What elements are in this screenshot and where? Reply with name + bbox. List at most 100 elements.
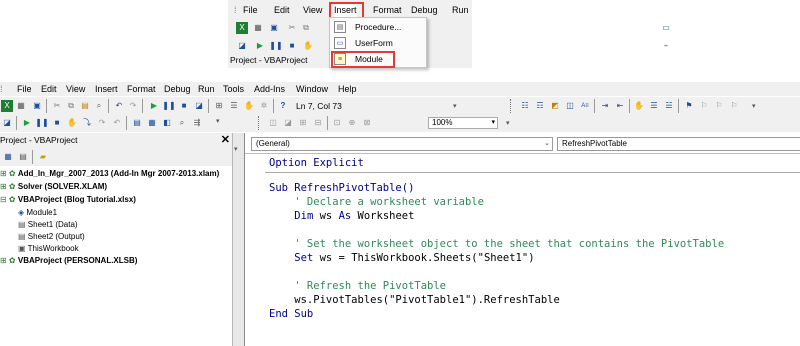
menu-tools[interactable]: Tools — [223, 82, 244, 96]
object-browser-icon[interactable]: ✋ — [243, 100, 255, 112]
locals-window-icon[interactable]: ▤ — [131, 117, 143, 129]
outdent-icon[interactable]: ⇤ — [614, 100, 626, 112]
indent-icon[interactable]: ⇥ — [599, 100, 611, 112]
menu-edit[interactable]: Edit — [41, 82, 57, 96]
insert-object-icon[interactable]: ▦ — [15, 100, 27, 112]
project-explorer-icon[interactable]: ⊞ — [213, 100, 225, 112]
menu-insert[interactable]: Insert — [95, 82, 118, 96]
object-dropdown[interactable]: (General) ⌄ — [251, 137, 553, 151]
design-mode-icon[interactable]: ◪ — [193, 100, 205, 112]
menu-file[interactable]: File — [243, 3, 258, 17]
toolbar-overflow-icon[interactable]: ▾ — [216, 117, 220, 125]
toolbar-overflow-icon[interactable]: ▾ — [506, 119, 510, 127]
view-code-icon[interactable]: ▦ — [2, 151, 14, 163]
pause-icon[interactable]: ❚❚ — [162, 100, 175, 112]
undo-icon[interactable]: ↶ — [113, 100, 125, 112]
menu-debug[interactable]: Debug — [164, 82, 191, 96]
tree-node[interactable]: ⊞ ✿ Add_In_Mgr_2007_2013 (Add-In Mgr 200… — [0, 168, 219, 179]
complete-word-icon[interactable]: A≡ — [579, 100, 591, 112]
next-bookmark-icon[interactable]: ⚐ — [698, 100, 710, 112]
tree-node[interactable]: ▣ ThisWorkbook — [18, 243, 79, 254]
excel-icon[interactable]: X — [236, 22, 248, 34]
align-icon[interactable]: ⊡ — [331, 117, 343, 129]
run-icon[interactable]: ▶ — [148, 100, 160, 112]
code-editor[interactable]: Option Explicit Sub RefreshPivotTable() … — [245, 153, 800, 346]
tree-node[interactable]: ◈ Module1 — [18, 207, 57, 218]
view-object-icon[interactable]: ▤ — [17, 151, 29, 163]
menu-format[interactable]: Format — [373, 3, 402, 17]
find-icon[interactable]: ⌕ — [93, 100, 105, 112]
object-browser-icon[interactable]: ✋ — [302, 40, 314, 52]
immediate-window-icon[interactable]: ▦ — [146, 117, 158, 129]
menu-run[interactable]: Run — [198, 82, 215, 96]
clear-bookmarks-icon[interactable]: ⚐ — [728, 100, 740, 112]
menu-view[interactable]: View — [66, 82, 85, 96]
stop-icon[interactable]: ■ — [286, 40, 298, 52]
save-icon[interactable]: ▣ — [268, 22, 280, 34]
breakpoint-icon[interactable]: ✋ — [66, 117, 78, 129]
quick-info-icon[interactable]: ◩ — [549, 100, 561, 112]
menu-format[interactable]: Format — [127, 82, 156, 96]
menu-view[interactable]: View — [303, 3, 322, 17]
list-properties-icon[interactable]: ☷ — [519, 100, 531, 112]
toggle-icon[interactable]: ⌁ — [660, 40, 672, 52]
uncomment-block-icon[interactable]: ☱ — [663, 100, 675, 112]
call-stack-icon[interactable]: ⇶ — [191, 117, 203, 129]
group-icon[interactable]: ⊞ — [297, 117, 309, 129]
tree-node[interactable]: ⊞ ✿ VBAProject (PERSONAL.XLSB) — [0, 255, 137, 266]
step-into-icon[interactable]: ⤵ — [81, 117, 93, 129]
comment-block-icon[interactable]: ☰ — [648, 100, 660, 112]
toggle-folders-icon[interactable]: ▰ — [37, 151, 49, 163]
zoom-select[interactable]: 100% ▾ — [428, 117, 498, 129]
menu-window[interactable]: Window — [296, 82, 328, 96]
toolbar-overflow-icon[interactable]: ▾ — [752, 102, 756, 110]
userform-tb-icon[interactable]: ▭ — [660, 22, 672, 34]
cut-icon[interactable]: ✂ — [51, 100, 63, 112]
step-over-icon[interactable]: ↷ — [96, 117, 108, 129]
cut-icon[interactable]: ✂ — [286, 22, 298, 34]
insert-object-icon[interactable]: ▦ — [252, 22, 264, 34]
panel-splitter[interactable]: ▾ — [232, 133, 244, 346]
stop-icon[interactable]: ■ — [178, 100, 190, 112]
size-icon[interactable]: ⊠ — [361, 117, 373, 129]
toggle-breakpoint-icon[interactable]: ✋ — [633, 100, 645, 112]
parameter-info-icon[interactable]: ◫ — [564, 100, 576, 112]
bring-front-icon[interactable]: ◫ — [267, 117, 279, 129]
menu-file[interactable]: File — [17, 82, 32, 96]
menu-help[interactable]: Help — [338, 82, 357, 96]
copy-icon[interactable]: ⧉ — [300, 22, 312, 34]
menu-run[interactable]: Run — [452, 3, 469, 17]
procedure-item[interactable]: ▤ Procedure... — [330, 19, 426, 35]
toolbar-overflow-icon[interactable]: ▾ — [453, 102, 457, 110]
save-icon[interactable]: ▣ — [31, 100, 43, 112]
pause-icon[interactable]: ❚❚ — [269, 40, 282, 52]
quick-watch-icon[interactable]: ⌕ — [176, 117, 188, 129]
menu-addins[interactable]: Add-Ins — [254, 82, 285, 96]
design-mode-icon[interactable]: ◪ — [236, 40, 248, 52]
run-icon[interactable]: ▶ — [254, 40, 266, 52]
tree-node[interactable]: ⊟ ✿ VBAProject (Blog Tutorial.xlsx) — [0, 194, 136, 205]
tree-node[interactable]: ▤ Sheet2 (Output) — [18, 231, 85, 242]
list-constants-icon[interactable]: ☶ — [534, 100, 546, 112]
prev-bookmark-icon[interactable]: ⚐ — [713, 100, 725, 112]
watch-window-icon[interactable]: ◧ — [161, 117, 173, 129]
close-icon[interactable]: ✕ — [221, 133, 230, 148]
pause-icon[interactable]: ❚❚ — [35, 117, 48, 129]
copy-icon[interactable]: ⧉ — [65, 100, 77, 112]
menu-edit[interactable]: Edit — [274, 3, 290, 17]
toolbox-icon[interactable]: ✲ — [258, 100, 270, 112]
menu-debug[interactable]: Debug — [411, 3, 438, 17]
paste-icon[interactable]: ▤ — [79, 100, 91, 112]
step-out-icon[interactable]: ↶ — [111, 117, 123, 129]
excel-icon[interactable]: X — [1, 100, 13, 112]
userform-item[interactable]: ▭ UserForm — [330, 35, 426, 51]
tree-node[interactable]: ⊞ ✿ Solver (SOLVER.XLAM) — [0, 181, 107, 192]
design-mode-icon[interactable]: ◪ — [1, 117, 13, 129]
center-icon[interactable]: ⊕ — [346, 117, 358, 129]
ungroup-icon[interactable]: ⊟ — [312, 117, 324, 129]
tree-node[interactable]: ▤ Sheet1 (Data) — [18, 219, 78, 230]
help-icon[interactable]: ? — [277, 100, 289, 112]
procedure-dropdown[interactable]: RefreshPivotTable — [557, 137, 800, 151]
redo-icon[interactable]: ↷ — [127, 100, 139, 112]
send-back-icon[interactable]: ◪ — [282, 117, 294, 129]
